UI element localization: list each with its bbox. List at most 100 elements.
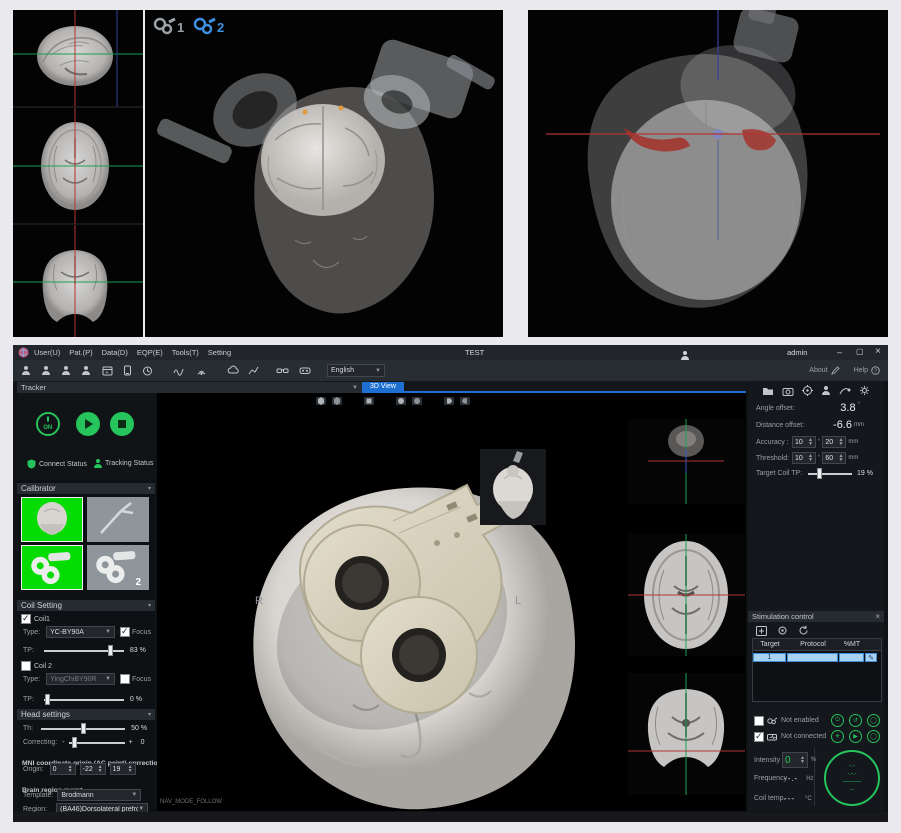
coil-setting-header[interactable]: Coil Setting▾ [17,600,155,611]
stop-tracking-button[interactable] [109,411,135,442]
slice-view-axial[interactable] [628,534,745,656]
stim1-zero-button[interactable]: ◯ [867,714,880,727]
timer-icon[interactable] [141,364,154,377]
pen-icon [831,366,840,375]
patient-manage-icon[interactable] [39,364,52,377]
snapshot-icon[interactable] [782,386,794,396]
patient-list-icon[interactable] [79,364,92,377]
calibrator-coil2-thumb[interactable]: 2 [87,545,149,590]
threshold-mm-spinner[interactable]: 60▲▼ [822,452,846,464]
curve-icon[interactable] [247,364,260,377]
tab-3d-view[interactable]: 3D View [362,382,404,391]
help-link[interactable]: Help [854,367,868,374]
origin-y-spinner[interactable]: -22▲▼ [80,763,106,775]
menu-setting[interactable]: Setting [208,348,231,357]
calibrator-pointer-thumb[interactable] [87,497,149,542]
target-coil-tp-slider[interactable] [808,468,852,479]
origin-x-spinner[interactable]: 0▲▼ [50,763,76,775]
current-user[interactable]: admin [787,348,807,357]
threshold-deg-spinner[interactable]: 10▲▼ [792,452,816,464]
svg-text:?: ? [874,369,877,375]
ortho-views-panel[interactable] [13,10,143,337]
accuracy-mm-spinner[interactable]: 20▲▼ [822,436,846,448]
slice-view-coronal[interactable] [628,673,745,795]
coil1-checkbox[interactable] [21,614,31,624]
coil2-focus-checkbox[interactable] [120,674,130,684]
start-tracking-button[interactable] [75,411,101,442]
origin-z-spinner[interactable]: 19▲▼ [110,763,136,775]
minus-button[interactable]: - [62,739,64,746]
target-icon[interactable] [802,385,813,396]
coil2-type-select[interactable]: YingChiBY90R ▼ [46,673,115,685]
menu-user[interactable]: User(U) [34,348,60,357]
folder-icon[interactable] [762,386,774,396]
coil2-checkbox[interactable] [21,661,31,671]
target-coil-tp-label: Target Coil TP: [756,470,808,477]
list-add-icon[interactable] [756,626,767,636]
row-edit-button[interactable]: ✎ [865,653,877,662]
coil1-indicator[interactable]: 1 [153,16,184,38]
settings-icon[interactable] [777,625,788,636]
chevron-down-icon: ▾ [148,486,151,492]
glasses-icon[interactable] [276,364,289,377]
close-button[interactable]: × [875,346,881,357]
correcting-slider[interactable] [69,737,125,748]
svg-text:+: + [106,370,109,376]
menu-data[interactable]: Data(D) [102,348,128,357]
person-pin-icon[interactable] [821,386,831,396]
menu-tools[interactable]: Tools(T) [172,348,199,357]
chevron-down-icon: ▼ [131,792,137,798]
coil1-tp-slider[interactable] [44,645,124,656]
maximize-button[interactable]: ▢ [856,347,864,356]
calibrator-head-thumb[interactable] [21,497,83,542]
stimulator2-checkbox[interactable] [754,732,764,742]
dock-panel-select[interactable]: Tracker ▼ [17,382,362,393]
patient-add-icon[interactable] [19,364,32,377]
scene-3d-panel[interactable]: 1 2 [145,10,503,337]
stim2-stop-button[interactable]: ◯ [867,730,880,743]
overlay-3d-panel[interactable] [528,10,888,337]
patient-exam-icon[interactable] [59,364,72,377]
viewport-3d[interactable]: R L NAV_MODE_FOLLOW [157,393,746,811]
mep-icon[interactable] [172,364,185,377]
cloud-icon[interactable] [226,364,239,377]
app-logo-brain-icon [18,347,29,358]
stimulator1-checkbox[interactable] [754,716,764,726]
language-select[interactable]: English ▼ [327,364,385,377]
about-link[interactable]: About [809,367,827,374]
coil2-checkbox-row[interactable]: Coil 2 [21,661,52,671]
stimulation-gauge[interactable]: -.- -.-.- ——— -- [824,750,880,806]
slice-view-top[interactable] [628,419,745,504]
coil2-tp-slider[interactable] [44,694,124,705]
menu-eqp[interactable]: EQP(E) [137,348,163,357]
signal-icon[interactable] [195,364,208,377]
device-icon[interactable] [121,364,134,377]
intensity-spinner[interactable]: 0▲▼ [782,752,808,768]
minimize-button[interactable]: – [837,347,842,357]
curve-edit-icon[interactable] [839,386,851,396]
refresh-icon[interactable] [798,625,809,636]
stim1-reset-button[interactable]: ↺ [849,714,862,727]
stim2-connect-button[interactable]: ✳ [831,730,844,743]
calendar-icon[interactable]: + [101,364,114,377]
stim1-power-button[interactable]: ⏻ [831,714,844,727]
coil1-type-select[interactable]: YC-BY90A ▼ [46,626,115,638]
menu-pat[interactable]: Pat.(P) [69,348,92,357]
inset-head-view[interactable] [480,449,546,525]
coil1-focus-checkbox[interactable] [120,627,130,637]
stim2-start-button[interactable]: ▶ [849,730,862,743]
power-on-button[interactable]: ON [35,411,61,442]
accuracy-deg-spinner[interactable]: 10▲▼ [792,436,816,448]
target-row-1[interactable]: 1 ✎ [753,652,881,663]
coil1-checkbox-row[interactable]: Coil1 [21,614,50,624]
gear-icon[interactable] [859,385,870,396]
calibrator-header[interactable]: Calibrator▾ [17,483,155,494]
vr-headset-icon[interactable] [298,364,311,377]
head-settings-header[interactable]: Head settings▾ [17,709,155,720]
close-icon[interactable]: × [875,612,880,621]
plus-button[interactable]: + [129,739,133,746]
th-slider[interactable] [41,723,125,734]
template-select[interactable]: Brodmann ▼ [57,789,141,801]
calibrator-coil1-thumb[interactable] [21,545,83,590]
coil2-indicator[interactable]: 2 [193,16,224,38]
